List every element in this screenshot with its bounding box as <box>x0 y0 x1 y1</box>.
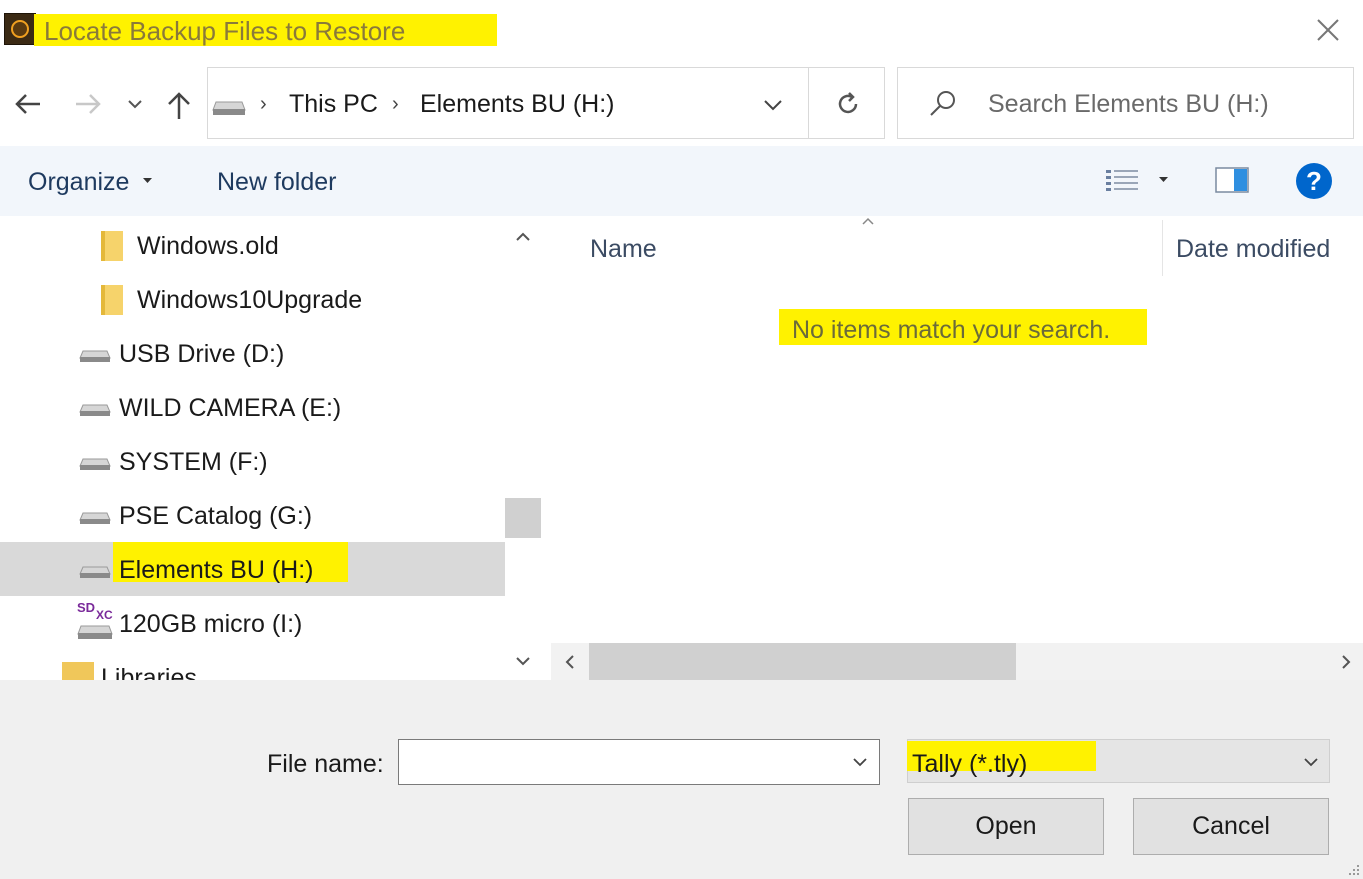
sd-card-drive-icon <box>77 625 113 639</box>
nav-item-label: Windows10Upgrade <box>137 286 363 314</box>
file-type-value[interactable]: Tally (*.tly) <box>912 750 1027 779</box>
nav-item-label: WILD CAMERA (E:) <box>119 394 342 422</box>
file-open-dialog: Locate Backup Files to Restore › This PC… <box>0 0 1363 879</box>
drive-icon <box>79 458 111 470</box>
window-title: Locate Backup Files to Restore <box>44 16 406 46</box>
app-icon <box>4 13 36 45</box>
nav-item-120gb-micro[interactable]: SD XC 120GB micro (I:) <box>0 596 505 650</box>
scroll-left-icon[interactable] <box>564 654 576 670</box>
nav-item-system[interactable]: SYSTEM (F:) <box>0 434 505 488</box>
drive-icon <box>212 101 246 115</box>
libraries-icon <box>62 662 94 680</box>
address-dropdown-chevron-icon[interactable] <box>763 98 783 112</box>
folder-icon <box>101 285 123 315</box>
search-placeholder[interactable]: Search Elements BU (H:) <box>988 90 1269 119</box>
drive-icon <box>79 404 111 416</box>
organize-button[interactable]: Organize <box>28 168 129 197</box>
sort-ascending-icon <box>862 217 874 225</box>
file-list <box>548 216 1363 680</box>
organize-dropdown-icon <box>143 178 152 183</box>
navigation-pane: Windows.old Windows10Upgrade USB Drive (… <box>0 216 505 680</box>
drive-icon <box>79 566 111 578</box>
nav-item-wild-camera[interactable]: WILD CAMERA (E:) <box>0 380 505 434</box>
nav-item-windows10upgrade[interactable]: Windows10Upgrade <box>0 272 505 326</box>
address-divider <box>808 67 809 139</box>
preview-pane-icon[interactable] <box>1215 167 1249 193</box>
nav-item-label: SYSTEM (F:) <box>119 448 268 476</box>
close-icon[interactable] <box>1312 14 1344 46</box>
nav-pane-scrollbar[interactable] <box>505 216 541 680</box>
view-dropdown-icon[interactable] <box>1159 177 1168 183</box>
scroll-right-icon[interactable] <box>1340 654 1352 670</box>
nav-pane-scroll-thumb[interactable] <box>505 498 541 538</box>
nav-item-label: 120GB micro (I:) <box>119 610 303 638</box>
scroll-down-icon[interactable] <box>515 655 531 667</box>
refresh-icon[interactable] <box>834 90 862 118</box>
nav-item-label: PSE Catalog (G:) <box>119 502 313 530</box>
up-arrow-icon[interactable] <box>166 90 192 120</box>
drive-icon <box>79 512 111 524</box>
drive-icon <box>79 350 111 362</box>
column-header-name[interactable]: Name <box>590 235 657 264</box>
nav-item-label: Elements BU (H:) <box>119 556 314 584</box>
file-name-input[interactable] <box>398 739 880 785</box>
breadcrumb-this-pc[interactable]: This PC <box>289 90 378 119</box>
view-details-icon[interactable] <box>1105 168 1139 192</box>
sdxc-badge-text: XC <box>96 608 113 622</box>
nav-item-label: USB Drive (D:) <box>119 340 285 368</box>
nav-item-pse-catalog[interactable]: PSE Catalog (G:) <box>0 488 505 542</box>
file-name-label: File name: <box>267 750 384 778</box>
empty-results-message: No items match your search. <box>792 316 1111 344</box>
cancel-button[interactable]: Cancel <box>1133 798 1329 855</box>
forward-arrow-icon[interactable] <box>74 92 102 116</box>
nav-item-label: Windows.old <box>137 232 279 260</box>
open-button[interactable]: Open <box>908 798 1104 855</box>
nav-item-usb-drive[interactable]: USB Drive (D:) <box>0 326 505 380</box>
breadcrumb-separator-icon: › <box>392 93 399 115</box>
sd-badge-text: SD <box>77 600 96 615</box>
column-divider[interactable] <box>1162 220 1163 276</box>
back-arrow-icon[interactable] <box>14 92 42 116</box>
help-icon[interactable]: ? <box>1296 163 1332 199</box>
nav-item-elements-bu[interactable]: Elements BU (H:) <box>0 542 505 596</box>
breadcrumb-elements-bu[interactable]: Elements BU (H:) <box>420 90 614 119</box>
search-icon <box>930 91 955 116</box>
horizontal-scroll-thumb[interactable] <box>589 643 1016 680</box>
resize-grip-icon[interactable] <box>1345 861 1361 877</box>
folder-icon <box>101 231 123 261</box>
nav-item-label: Libraries <box>101 664 197 680</box>
column-header-date-modified[interactable]: Date modified <box>1176 235 1330 264</box>
recent-locations-chevron-icon[interactable] <box>127 98 143 110</box>
scroll-up-icon[interactable] <box>515 231 531 243</box>
file-type-dropdown-icon[interactable] <box>1303 756 1319 768</box>
new-folder-button[interactable]: New folder <box>217 168 337 197</box>
file-name-dropdown-icon[interactable] <box>852 756 868 768</box>
nav-item-windows-old[interactable]: Windows.old <box>0 218 505 272</box>
breadcrumb-separator-icon: › <box>260 93 267 115</box>
nav-item-libraries[interactable]: Libraries <box>0 650 505 680</box>
